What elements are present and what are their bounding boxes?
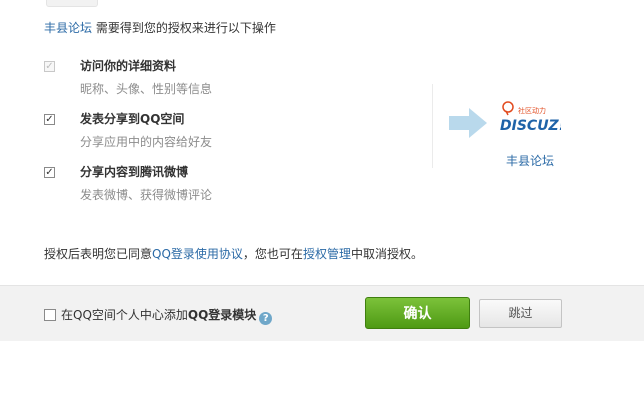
permission-checkbox-qzone[interactable]: ✓ — [44, 114, 55, 125]
discuz-logo: 社区动力 DISCUZ! — [500, 101, 561, 134]
top-tab-edge — [46, 0, 98, 7]
logo-small-text: 社区动力 — [518, 106, 546, 115]
permission-desc: 分享应用中的内容给好友 — [80, 135, 213, 149]
skip-button[interactable]: 跳过 — [479, 299, 562, 328]
permission-checkbox-weibo[interactable]: ✓ — [44, 167, 55, 178]
agreement-middle: ，您也可在 — [242, 247, 303, 261]
request-text: 需要得到您的授权来进行以下操作 — [92, 21, 276, 35]
manage-link[interactable]: 授权管理 — [303, 247, 351, 261]
auth-request-header: 丰县论坛 需要得到您的授权来进行以下操作 — [44, 20, 276, 36]
permission-title: 发表分享到QQ空间 — [80, 112, 185, 126]
agreement-prefix: 授权后表明您已同意 — [44, 247, 153, 261]
add-module-label: 在QQ空间个人中心添加QQ登录模块? — [61, 306, 273, 325]
logo-main-text: DISCUZ! — [500, 118, 561, 134]
agreement-suffix: 中取消授权。 — [350, 247, 423, 261]
site-link[interactable]: 丰县论坛 — [44, 21, 92, 35]
permission-title: 分享内容到腾讯微博 — [80, 165, 189, 179]
site-name-label[interactable]: 丰县论坛 — [506, 152, 554, 169]
help-icon[interactable]: ? — [259, 312, 273, 325]
footer-bar: 在QQ空间个人中心添加QQ登录模块? 确认 跳过 — [0, 285, 644, 341]
permission-checkbox-profile: ✓ — [44, 61, 55, 72]
agreement-text: 授权后表明您已同意QQ登录使用协议，您也可在授权管理中取消授权。 — [44, 245, 423, 262]
permission-title: 访问你的详细资料 — [80, 59, 177, 73]
add-module-checkbox[interactable] — [44, 309, 56, 321]
vertical-divider — [432, 84, 433, 168]
option-prefix: 在QQ空间个人中心添加 — [61, 308, 188, 322]
protocol-link[interactable]: QQ登录使用协议 — [152, 247, 243, 261]
option-bold: QQ登录模块 — [187, 308, 257, 322]
confirm-button[interactable]: 确认 — [365, 297, 470, 329]
permission-desc: 昵称、头像、性别等信息 — [80, 82, 213, 96]
permission-desc: 发表微博、获得微博评论 — [80, 188, 213, 202]
arrow-right-icon — [449, 108, 487, 138]
